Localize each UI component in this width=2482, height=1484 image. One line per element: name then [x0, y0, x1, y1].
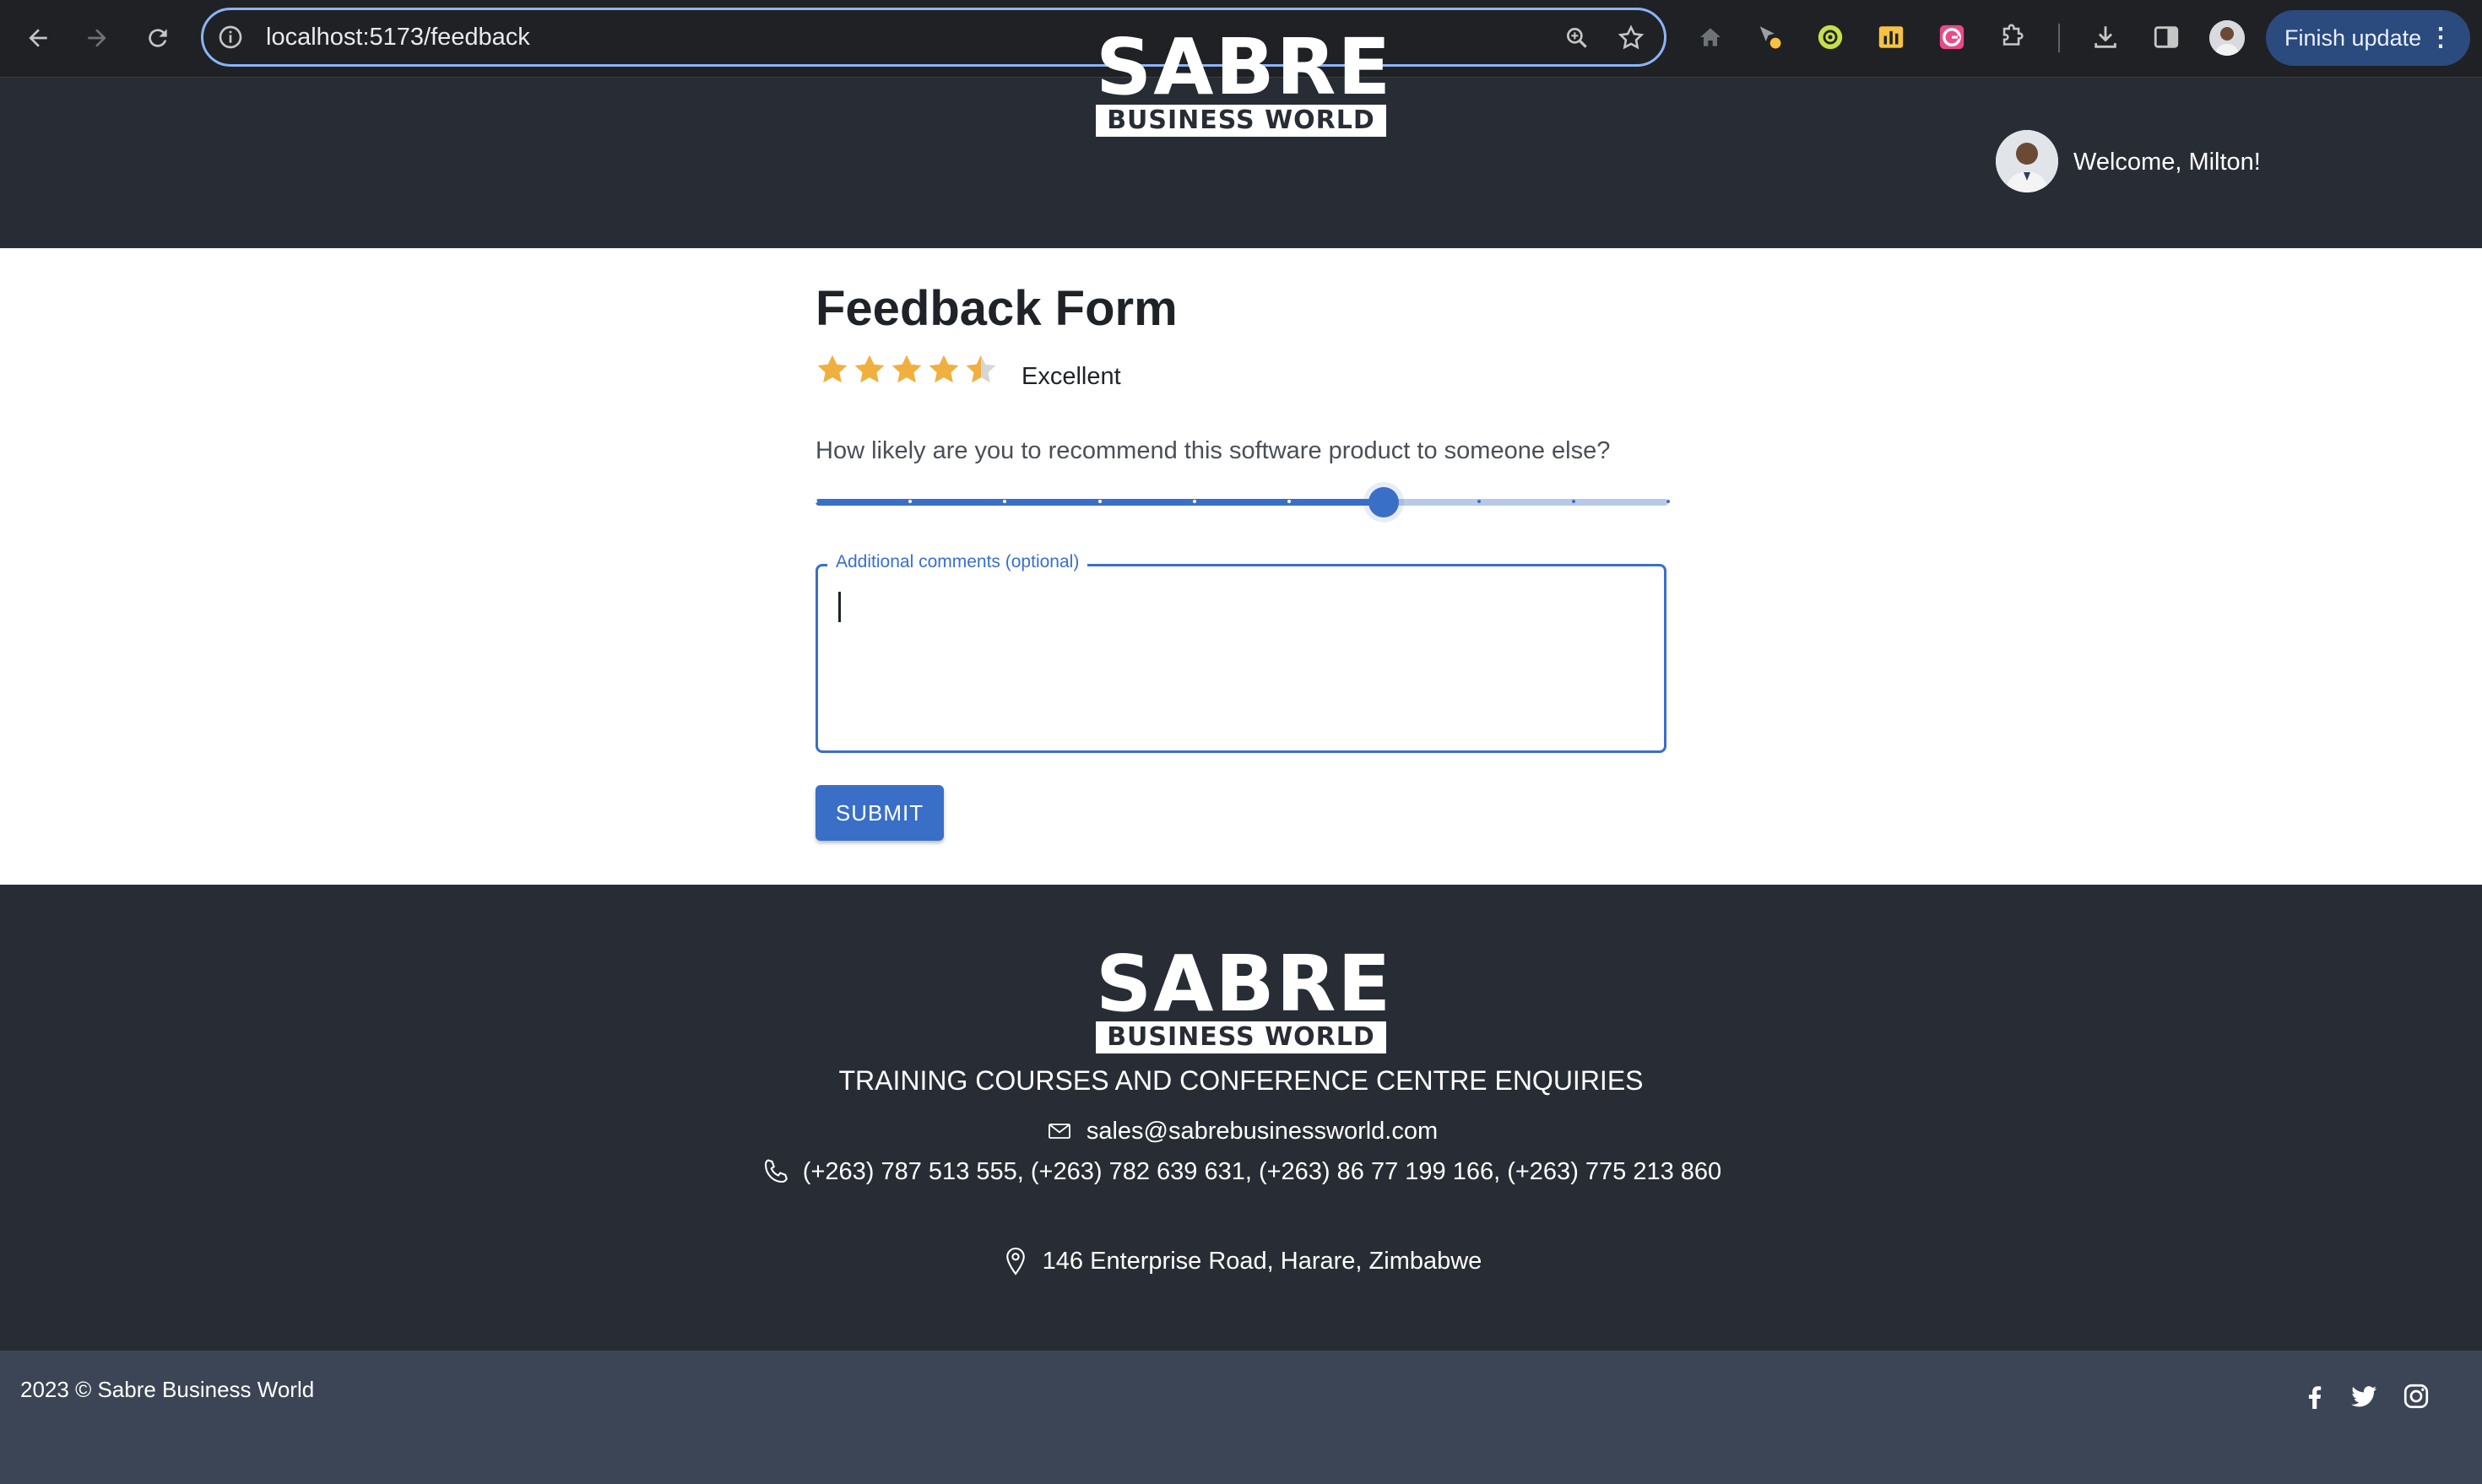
- submit-button[interactable]: SUBMIT: [816, 785, 944, 841]
- url-text[interactable]: localhost:5173/feedback: [266, 22, 530, 52]
- recommend-slider[interactable]: [814, 481, 1670, 523]
- slider-mark: [1666, 500, 1670, 503]
- slider-mark: [1192, 500, 1196, 503]
- slider-mark: [1571, 500, 1575, 503]
- green-extension-icon[interactable]: [1812, 19, 1849, 56]
- profile-avatar[interactable]: [2209, 20, 2245, 56]
- text-caret: [838, 592, 841, 622]
- footer-address: 146 Enterprise Road, Harare, Zimbabwe: [1042, 1248, 1482, 1275]
- footer-logo[interactable]: SABRE BUSINESS WORLD: [1096, 939, 1393, 1053]
- mail-icon: [1044, 1116, 1075, 1146]
- footer-phones[interactable]: (+263) 787 513 555, (+263) 782 639 631, …: [803, 1156, 1721, 1187]
- chart-extension-icon[interactable]: [1872, 19, 1910, 56]
- zoom-icon[interactable]: [1561, 22, 1593, 54]
- slider-mark: [1097, 500, 1102, 503]
- side-panel-icon[interactable]: [2148, 19, 2185, 56]
- copyright-text: 2023 © Sabre Business World: [20, 1377, 315, 1402]
- star-icon[interactable]: [925, 351, 962, 388]
- footer-phone-row: (+263) 787 513 555, (+263) 782 639 631, …: [0, 1156, 2482, 1187]
- slider-thumb[interactable]: [1368, 487, 1400, 517]
- facebook-icon[interactable]: [2296, 1378, 2333, 1415]
- star-icon[interactable]: [814, 351, 851, 388]
- logo-wordmark: SABRE: [1096, 22, 1393, 112]
- info-icon[interactable]: [217, 24, 244, 51]
- slider-mark: [814, 500, 817, 503]
- header-logo[interactable]: SABRE BUSINESS WORLD: [1096, 22, 1393, 137]
- puzzle-extensions-icon[interactable]: [1994, 19, 2031, 56]
- comments-textarea[interactable]: [835, 583, 1645, 735]
- slider-mark: [1477, 500, 1481, 503]
- logo-subtitle: BUSINESS WORLD: [1096, 105, 1386, 137]
- instagram-icon[interactable]: [2398, 1378, 2435, 1415]
- comments-label: Additional comments (optional): [827, 550, 1088, 574]
- rating-label: Excellent: [1022, 363, 1121, 390]
- reload-icon[interactable]: [138, 19, 177, 57]
- bookmark-star-icon[interactable]: [1615, 22, 1647, 54]
- address-bar[interactable]: localhost:5173/feedback: [201, 8, 1666, 67]
- footer-address-row: 146 Enterprise Road, Harare, Zimbabwe: [0, 1246, 2482, 1276]
- star-icon[interactable]: [888, 351, 925, 388]
- user-avatar[interactable]: [1996, 130, 2058, 192]
- twitter-icon[interactable]: [2345, 1378, 2382, 1415]
- chrome-menu-icon[interactable]: ⋮: [2428, 10, 2453, 66]
- finish-update-button[interactable]: Finish update ⋮: [2266, 10, 2470, 66]
- location-pin-icon: [1000, 1246, 1031, 1276]
- footer-heading: TRAINING COURSES AND CONFERENCE CENTRE E…: [838, 1065, 1644, 1096]
- welcome-message: Welcome, Milton!: [2073, 149, 2261, 176]
- cursor-extension-icon[interactable]: [1751, 19, 1788, 56]
- recommend-question: How likely are you to recommend this sof…: [816, 437, 1611, 464]
- back-arrow-icon[interactable]: [19, 19, 57, 57]
- page-title: Feedback Form: [816, 281, 1178, 336]
- toolbar-divider: [2058, 24, 2060, 52]
- half-star-icon[interactable]: [962, 351, 1000, 388]
- finish-update-label: Finish update: [2284, 25, 2422, 51]
- comments-field[interactable]: [816, 564, 1666, 753]
- footer-logo-wordmark: SABRE: [1096, 939, 1393, 1029]
- grammarly-extension-icon[interactable]: [1933, 19, 1970, 56]
- footer-bottom-bar: [0, 1351, 2482, 1484]
- forward-arrow-icon[interactable]: [78, 19, 117, 57]
- footer-email-row: sales@sabrebusinessworld.com: [0, 1116, 2482, 1146]
- star-icon[interactable]: [851, 351, 888, 388]
- phone-icon: [761, 1156, 791, 1187]
- footer-logo-subtitle: BUSINESS WORLD: [1096, 1021, 1386, 1053]
- download-icon[interactable]: [2087, 19, 2124, 56]
- home-extension-icon[interactable]: [1692, 19, 1729, 56]
- star-rating[interactable]: [814, 351, 1000, 390]
- footer-email[interactable]: sales@sabrebusinessworld.com: [1087, 1116, 1438, 1146]
